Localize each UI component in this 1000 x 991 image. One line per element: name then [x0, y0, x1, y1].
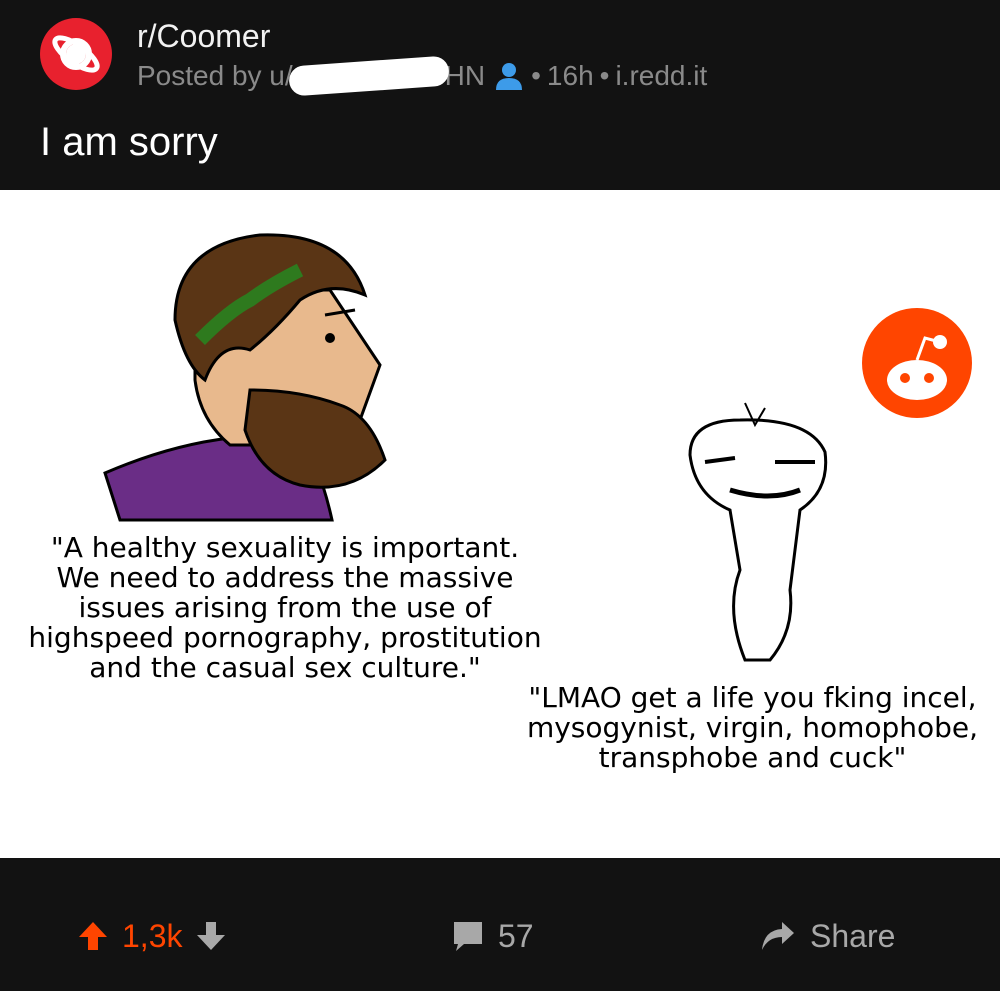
posted-by-label: Posted by u/ [137, 60, 293, 91]
subreddit-name[interactable]: r/Coomer [137, 18, 270, 55]
share-label: Share [810, 917, 896, 954]
soyjak-caption: "LMAO get a life you fking incel, mysogy… [526, 681, 979, 774]
username-suffix[interactable]: HN [445, 60, 485, 92]
post-header: r/Coomer Posted by u/ HN • 16h • i.redd.… [0, 0, 1000, 190]
upvote-count: 1,3k [122, 917, 183, 954]
soyjak-illustration [688, 402, 828, 662]
post-image[interactable]: "A healthy sexuality is important. We ne… [0, 190, 1000, 858]
share-arrow-icon [762, 922, 794, 950]
post-actions-bar: 1,3k 57 Share [0, 858, 1000, 991]
upvote-arrow-icon[interactable] [78, 920, 108, 952]
vote-group: 1,3k [78, 916, 226, 956]
reddit-logo [862, 308, 972, 418]
comment-bubble-icon [454, 922, 482, 951]
redaction-mark [287, 55, 450, 97]
chad-caption: "A healthy sexuality is important. We ne… [28, 531, 542, 684]
meta-separator: • [599, 60, 610, 91]
user-icon [496, 63, 523, 90]
subreddit-avatar[interactable] [40, 18, 112, 90]
comment-count: 57 [498, 917, 534, 954]
post-title[interactable]: I am sorry [40, 120, 218, 165]
comments-button[interactable]: 57 [452, 916, 534, 956]
post-domain[interactable]: i.redd.it [615, 60, 707, 92]
chad-illustration [103, 233, 387, 522]
meta-separator: • [531, 60, 541, 91]
downvote-arrow-icon[interactable] [196, 920, 226, 952]
post-meta: Posted by u/ HN • 16h • i.redd.it [137, 55, 707, 97]
post-time: 16h [546, 60, 594, 91]
share-button[interactable]: Share [760, 916, 895, 956]
planet-icon [52, 35, 100, 73]
